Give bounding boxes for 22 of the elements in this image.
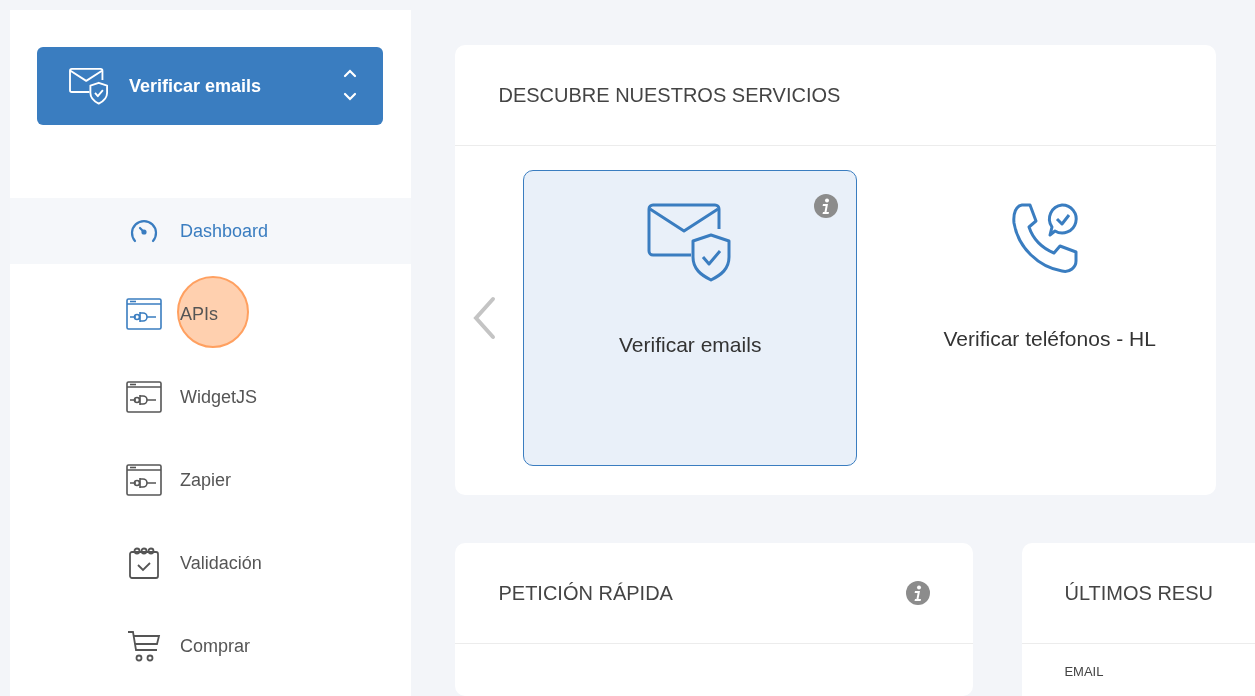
cart-icon — [127, 630, 161, 662]
service-tile[interactable]: Verificar emails — [523, 170, 857, 466]
sidebar-item[interactable]: Dashboard — [10, 198, 412, 264]
column-header: EMAIL — [1063, 663, 1105, 679]
card-title: DESCUBRE NUESTROS SERVICIOS — [498, 83, 841, 107]
info-icon[interactable] — [905, 580, 932, 606]
card-title: PETICIÓN RÁPIDA — [498, 581, 673, 605]
sidebar-item[interactable]: Zapier — [10, 447, 412, 513]
envelope-shield-icon — [647, 201, 734, 283]
plug-window-icon — [126, 298, 162, 330]
plug-window-icon — [126, 464, 162, 496]
sidebar-item[interactable]: Comprar — [10, 613, 412, 679]
plug-window-icon — [126, 381, 162, 413]
card-title: ÚLTIMOS RESU — [1064, 581, 1213, 605]
previous-arrow-icon[interactable] — [471, 295, 498, 341]
sidebar-item[interactable]: APIs — [10, 281, 412, 347]
sidebar-item[interactable]: WidgetJS — [10, 364, 412, 430]
envelope-shield-icon — [69, 67, 109, 105]
product-selector[interactable]: Verificar emails — [37, 47, 384, 125]
sidebar-item[interactable]: Validación — [10, 530, 412, 596]
calendar-check-icon — [128, 546, 160, 580]
info-icon[interactable] — [812, 193, 839, 219]
